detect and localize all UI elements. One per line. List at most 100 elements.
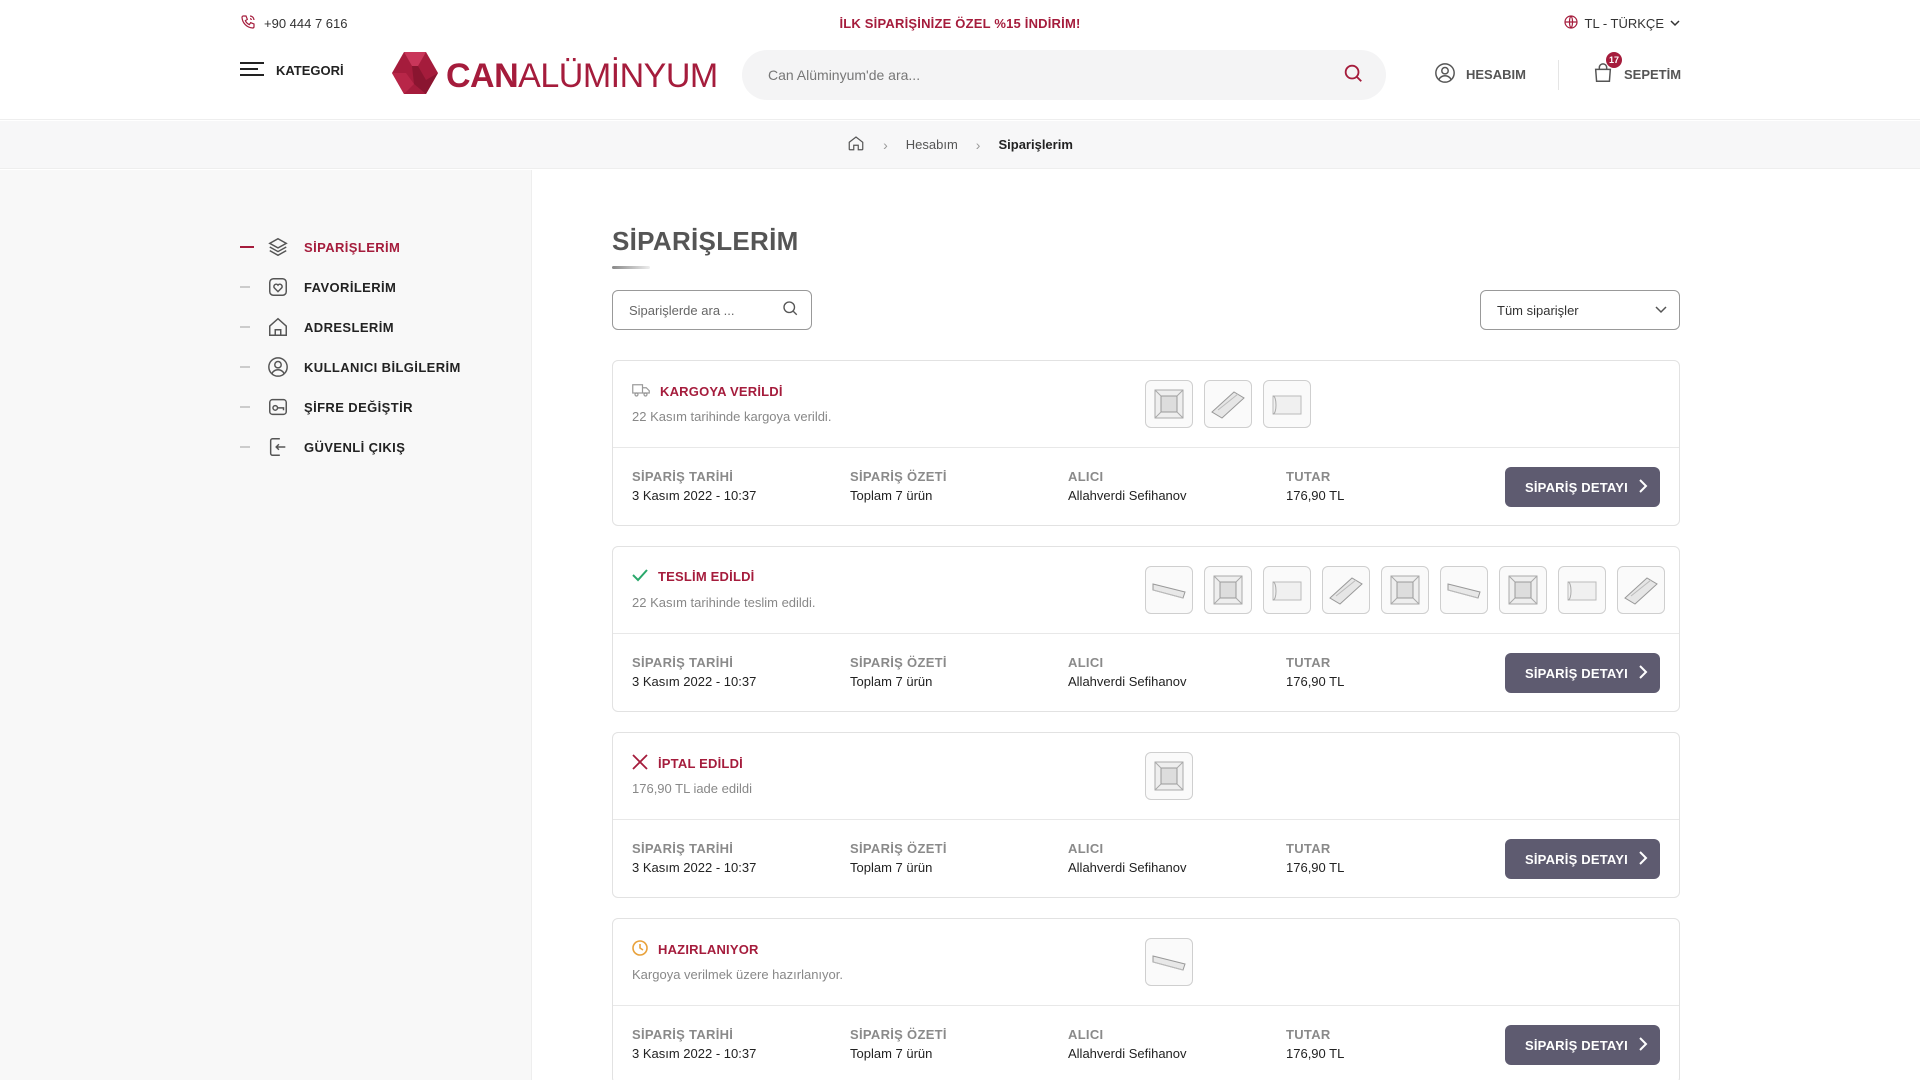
order-recipient-label: ALICI xyxy=(1068,655,1104,670)
orders-search xyxy=(612,290,812,330)
order-detail-button[interactable]: SİPARİŞ DETAYI xyxy=(1505,1025,1660,1065)
order-total-col: TUTAR 176,90 TL xyxy=(1286,1027,1344,1061)
item-dash xyxy=(240,406,250,408)
item-dash xyxy=(240,366,250,368)
order-card-header: TESLİM EDİLDİ 22 Kasım tarihinde teslim … xyxy=(613,547,1679,634)
order-thumbnails xyxy=(1145,938,1193,986)
order-date-value: 3 Kasım 2022 - 10:37 xyxy=(632,1046,757,1061)
orders-filter-select[interactable]: Tüm siparişler xyxy=(1480,290,1680,330)
site-header: +90 444 7 616 İLK SİPARİŞİNİZE ÖZEL %15 … xyxy=(0,0,1920,120)
order-card: TESLİM EDİLDİ 22 Kasım tarihinde teslim … xyxy=(612,546,1680,712)
truck-icon xyxy=(632,382,650,401)
order-status: İPTAL EDİLDİ xyxy=(632,754,743,773)
cart-label: SEPETİM xyxy=(1624,67,1682,82)
home-icon[interactable] xyxy=(847,134,865,155)
logo-text: CANALÜMİNYUM xyxy=(446,56,718,95)
order-total-label: TUTAR xyxy=(1286,655,1331,670)
order-summary-value: Toplam 7 ürün xyxy=(850,674,933,689)
cart-link[interactable]: 17 SEPETİM xyxy=(1592,52,1682,87)
key-icon xyxy=(266,395,290,419)
product-thumbnail[interactable] xyxy=(1322,566,1370,614)
search-icon[interactable] xyxy=(1342,62,1364,89)
order-detail-label: SİPARİŞ DETAYI xyxy=(1525,851,1628,867)
title-underline xyxy=(612,266,650,269)
sidebar-item-label: FAVORİLERİM xyxy=(304,279,397,295)
search-icon[interactable] xyxy=(781,299,799,322)
order-summary-col: SİPARİŞ ÖZETİ Toplam 7 ürün xyxy=(850,655,947,689)
order-thumbnails xyxy=(1145,566,1665,614)
product-thumbnail[interactable] xyxy=(1558,566,1606,614)
top-bar: +90 444 7 616 İLK SİPARİŞİNİZE ÖZEL %15 … xyxy=(240,14,1680,36)
order-total-value: 176,90 TL xyxy=(1286,674,1345,689)
sidebar-item-label: ADRESLERİM xyxy=(304,319,394,335)
item-dash xyxy=(240,446,250,448)
site-search xyxy=(742,50,1386,100)
x-icon xyxy=(632,754,648,773)
order-date-label: SİPARİŞ TARİHİ xyxy=(632,841,734,856)
account-link[interactable]: HESABIM xyxy=(1434,62,1526,87)
sidebar-item-change-password[interactable]: ŞİFRE DEĞİŞTİR xyxy=(240,395,413,419)
house-icon xyxy=(266,315,290,339)
order-date-col: SİPARİŞ TARİHİ 3 Kasım 2022 - 10:37 xyxy=(632,469,756,503)
order-summary-col: SİPARİŞ ÖZETİ Toplam 7 ürün xyxy=(850,1027,947,1061)
breadcrumb-separator-icon: › xyxy=(975,136,981,153)
category-label: KATEGORİ xyxy=(276,63,344,78)
order-recipient-label: ALICI xyxy=(1068,469,1104,484)
sidebar-item-logout[interactable]: GÜVENLİ ÇIKIŞ xyxy=(240,435,405,459)
order-thumbnails xyxy=(1145,380,1311,428)
breadcrumb-account[interactable]: Hesabım xyxy=(906,137,958,152)
order-detail-button[interactable]: SİPARİŞ DETAYI xyxy=(1505,653,1660,693)
sidebar-item-user-info[interactable]: KULLANICI BİLGİLERİM xyxy=(240,355,461,379)
sidebar-item-label: KULLANICI BİLGİLERİM xyxy=(304,359,461,375)
order-status: KARGOYA VERİLDİ xyxy=(632,382,783,401)
order-total-label: TUTAR xyxy=(1286,1027,1331,1042)
breadcrumb: › Hesabım › Siparişlerim xyxy=(0,121,1920,169)
product-thumbnail[interactable] xyxy=(1204,566,1252,614)
category-menu-button[interactable]: KATEGORİ xyxy=(240,62,344,79)
sidebar-item-orders[interactable]: SİPARİŞLERİM xyxy=(240,235,400,259)
item-dash xyxy=(240,286,250,288)
order-summary-label: SİPARİŞ ÖZETİ xyxy=(850,1027,947,1042)
product-thumbnail[interactable] xyxy=(1145,380,1193,428)
product-thumbnail[interactable] xyxy=(1440,566,1488,614)
product-thumbnail[interactable] xyxy=(1381,566,1429,614)
orders-search-input[interactable] xyxy=(629,302,781,318)
product-thumbnail[interactable] xyxy=(1145,752,1193,800)
main-bar: KATEGORİ CANALÜMİNYUM HESA xyxy=(240,50,1682,100)
order-status-label: KARGOYA VERİLDİ xyxy=(660,384,783,399)
product-thumbnail[interactable] xyxy=(1204,380,1252,428)
account-sidebar: SİPARİŞLERİM FAVORİLERİM ADRESLERİM KULL… xyxy=(0,170,532,1080)
product-thumbnail[interactable] xyxy=(1617,566,1665,614)
order-status-note: 22 Kasım tarihinde kargoya verildi. xyxy=(632,409,832,424)
site-logo[interactable]: CANALÜMİNYUM xyxy=(392,52,718,99)
chevron-right-icon xyxy=(1638,664,1648,683)
product-thumbnail[interactable] xyxy=(1145,938,1193,986)
order-detail-button[interactable]: SİPARİŞ DETAYI xyxy=(1505,839,1660,879)
product-thumbnail[interactable] xyxy=(1263,380,1311,428)
order-detail-label: SİPARİŞ DETAYI xyxy=(1525,665,1628,681)
product-thumbnail[interactable] xyxy=(1263,566,1311,614)
order-card: KARGOYA VERİLDİ 22 Kasım tarihinde kargo… xyxy=(612,360,1680,526)
order-total-value: 176,90 TL xyxy=(1286,860,1345,875)
order-card-details: SİPARİŞ TARİHİ 3 Kasım 2022 - 10:37 SİPA… xyxy=(613,1007,1679,1080)
product-thumbnail[interactable] xyxy=(1499,566,1547,614)
globe-icon xyxy=(1563,14,1579,33)
order-recipient-value: Allahverdi Sefihanov xyxy=(1068,1046,1187,1061)
product-thumbnail[interactable] xyxy=(1145,566,1193,614)
order-summary-label: SİPARİŞ ÖZETİ xyxy=(850,469,947,484)
order-card: HAZIRLANIYOR Kargoya verilmek üzere hazı… xyxy=(612,918,1680,1080)
order-detail-button[interactable]: SİPARİŞ DETAYI xyxy=(1505,467,1660,507)
order-detail-label: SİPARİŞ DETAYI xyxy=(1525,1037,1628,1053)
order-thumbnails xyxy=(1145,752,1193,800)
language-selector[interactable]: TL - TÜRKÇE xyxy=(1563,14,1680,33)
sidebar-item-addresses[interactable]: ADRESLERİM xyxy=(240,315,394,339)
cart-count-badge: 17 xyxy=(1606,52,1622,68)
account-label: HESABIM xyxy=(1466,67,1526,82)
filter-selected-value: Tüm siparişler xyxy=(1497,302,1579,318)
sidebar-item-favorites[interactable]: FAVORİLERİM xyxy=(240,275,396,299)
order-status: HAZIRLANIYOR xyxy=(632,940,759,959)
order-total-col: TUTAR 176,90 TL xyxy=(1286,655,1344,689)
order-summary-value: Toplam 7 ürün xyxy=(850,488,933,503)
search-input[interactable] xyxy=(768,67,1342,83)
order-recipient-col: ALICI Allahverdi Sefihanov xyxy=(1068,841,1187,875)
